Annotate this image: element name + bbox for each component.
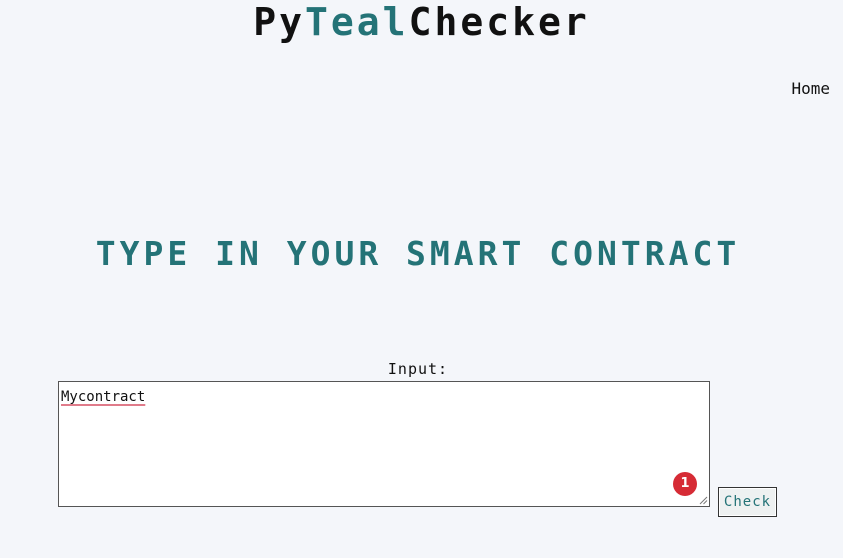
logo-text-teal: Teal [305,0,409,44]
notification-badge: 1 [673,472,697,496]
nav-home-link[interactable]: Home [791,79,830,99]
check-button[interactable]: Check [718,487,777,517]
logo-text-py: Py [253,0,306,44]
contract-textarea[interactable]: Mycontract [58,381,710,507]
textarea-value: Mycontract [61,389,146,405]
page-headline: TYPE IN YOUR SMART CONTRACT [95,234,741,273]
input-label: Input: [387,360,449,378]
logo-text-checker: Checker [408,0,590,44]
site-logo: PyTealChecker [0,0,843,44]
resize-grip-icon[interactable] [699,496,708,505]
